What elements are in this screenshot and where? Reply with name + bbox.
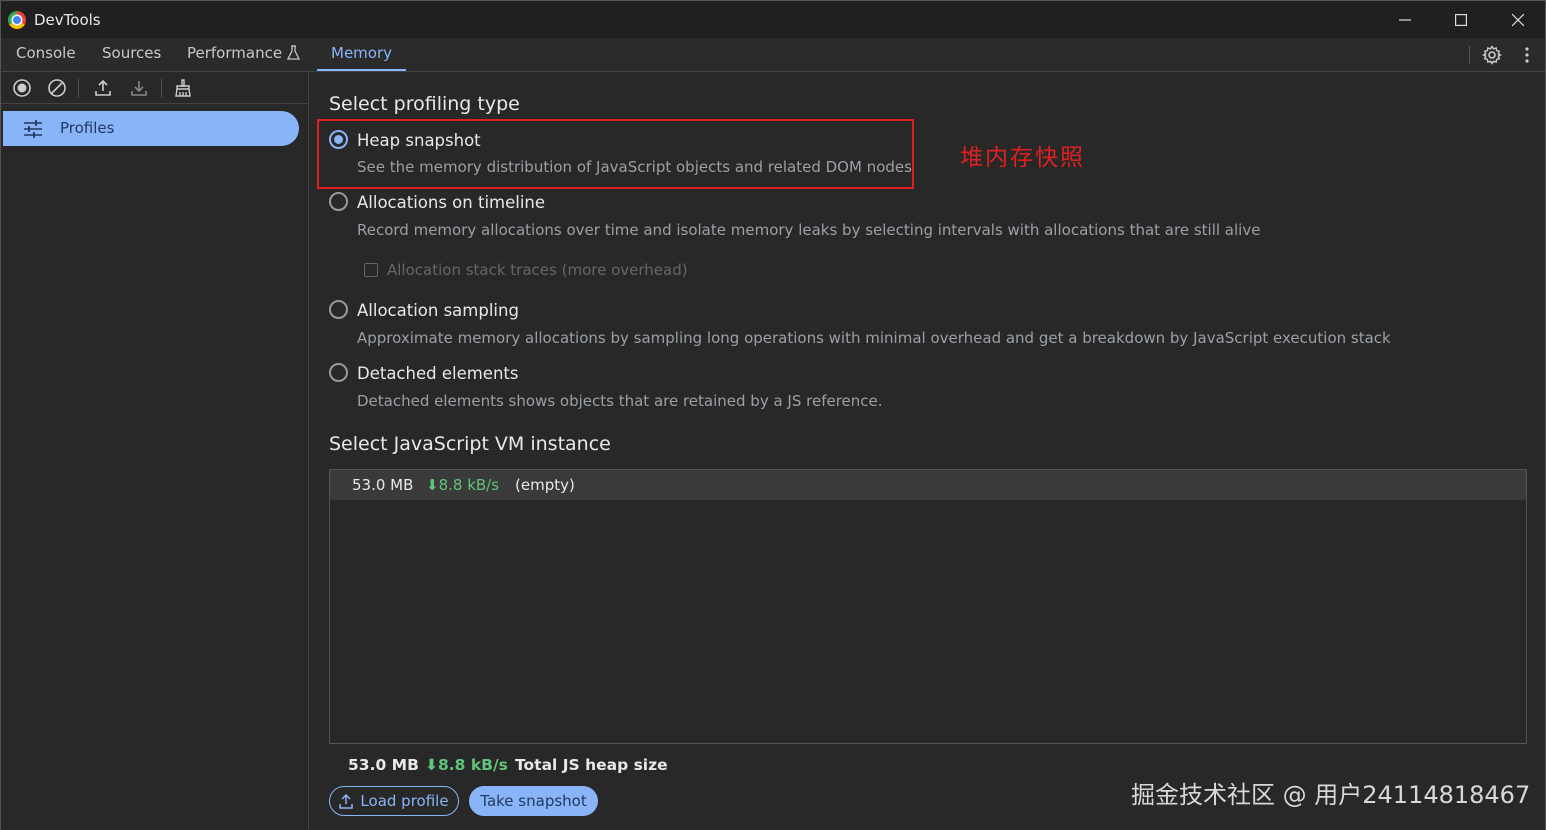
vm-instance-list: 53.0 MB ⬇8.8 kB/s (empty): [329, 469, 1527, 744]
detached-elements-description: Detached elements shows objects that are…: [357, 392, 883, 410]
allocations-timeline-radio[interactable]: [329, 192, 348, 211]
allocation-sampling-radio[interactable]: [329, 300, 348, 319]
window-title: DevTools: [34, 11, 101, 29]
vm-instance-row[interactable]: 53.0 MB ⬇8.8 kB/s (empty): [330, 470, 1526, 500]
minimize-button[interactable]: [1377, 1, 1433, 39]
allocations-timeline-description: Record memory allocations over time and …: [357, 221, 1261, 239]
total-heap-label: Total JS heap size: [515, 756, 668, 774]
title-bar: DevTools: [0, 0, 1546, 38]
profiling-type-title: Select profiling type: [329, 93, 520, 115]
vm-instance-name: (empty): [515, 476, 575, 494]
more-options-button[interactable]: [1516, 44, 1538, 66]
vm-instance-title: Select JavaScript VM instance: [329, 433, 611, 455]
allocation-stack-traces-checkbox[interactable]: [364, 263, 378, 277]
take-snapshot-button[interactable]: Take snapshot: [469, 786, 598, 816]
upload-icon: [95, 79, 111, 96]
maximize-icon: [1455, 14, 1467, 26]
collect-garbage-button[interactable]: [172, 77, 194, 99]
record-icon: [13, 79, 31, 97]
maximize-button[interactable]: [1433, 1, 1489, 39]
annotation-label: 堆内存快照: [960, 145, 1085, 171]
settings-button[interactable]: [1481, 44, 1503, 66]
tab-memory[interactable]: Memory: [316, 38, 407, 71]
flask-icon: [287, 45, 301, 60]
detached-elements-title[interactable]: Detached elements: [357, 364, 518, 383]
close-button[interactable]: [1490, 1, 1546, 39]
toolbar-divider: [78, 79, 79, 97]
memory-panel: Select profiling type Heap snapshot See …: [309, 72, 1546, 830]
clear-button[interactable]: [46, 77, 68, 99]
sidebar-item-profiles[interactable]: Profiles: [3, 111, 299, 146]
load-profile-button[interactable]: Load profile: [329, 786, 459, 816]
tab-performance[interactable]: Performance: [187, 38, 301, 71]
gear-icon: [1482, 45, 1502, 65]
sliders-icon: [23, 120, 43, 142]
chrome-logo-icon: [8, 11, 26, 29]
total-heap-rate: ⬇8.8 kB/s: [425, 756, 508, 774]
download-profile-button[interactable]: [128, 77, 150, 99]
detached-elements-radio[interactable]: [329, 363, 348, 382]
vm-instance-memory: 53.0 MB: [352, 476, 414, 494]
allocation-stack-traces-label: Allocation stack traces (more overhead): [387, 261, 688, 279]
clear-icon: [48, 79, 66, 97]
allocation-sampling-description: Approximate memory allocations by sampli…: [357, 329, 1391, 347]
watermark: 掘金技术社区 @ 用户24114818467: [1131, 781, 1531, 809]
tab-console[interactable]: Console: [16, 38, 76, 71]
allocations-timeline-title[interactable]: Allocations on timeline: [357, 193, 545, 212]
upload-profile-button[interactable]: [92, 77, 114, 99]
upload-icon: [339, 793, 354, 809]
minimize-icon: [1399, 19, 1411, 21]
sidebar-toolbar: [1, 72, 309, 104]
tab-sources[interactable]: Sources: [102, 38, 161, 71]
toolbar-divider: [161, 79, 162, 97]
close-icon: [1512, 14, 1524, 26]
take-snapshot-label: Take snapshot: [480, 792, 587, 810]
sidebar-item-label: Profiles: [60, 119, 115, 137]
kebab-menu-icon: [1525, 47, 1529, 63]
allocation-sampling-title[interactable]: Allocation sampling: [357, 301, 519, 320]
annotation-highlight-box: [317, 119, 914, 189]
download-icon: [131, 81, 147, 96]
record-button[interactable]: [11, 77, 33, 99]
total-heap-memory: 53.0 MB: [348, 756, 419, 774]
tab-performance-label: Performance: [187, 44, 283, 62]
vm-instance-rate: ⬇8.8 kB/s: [426, 476, 500, 494]
toolbar-divider: [1469, 46, 1470, 64]
profiles-sidebar: Profiles: [0, 72, 309, 830]
panel-tab-bar: Console Sources Performance Memory: [0, 38, 1546, 72]
load-profile-label: Load profile: [360, 792, 449, 810]
broom-icon: [175, 79, 191, 97]
